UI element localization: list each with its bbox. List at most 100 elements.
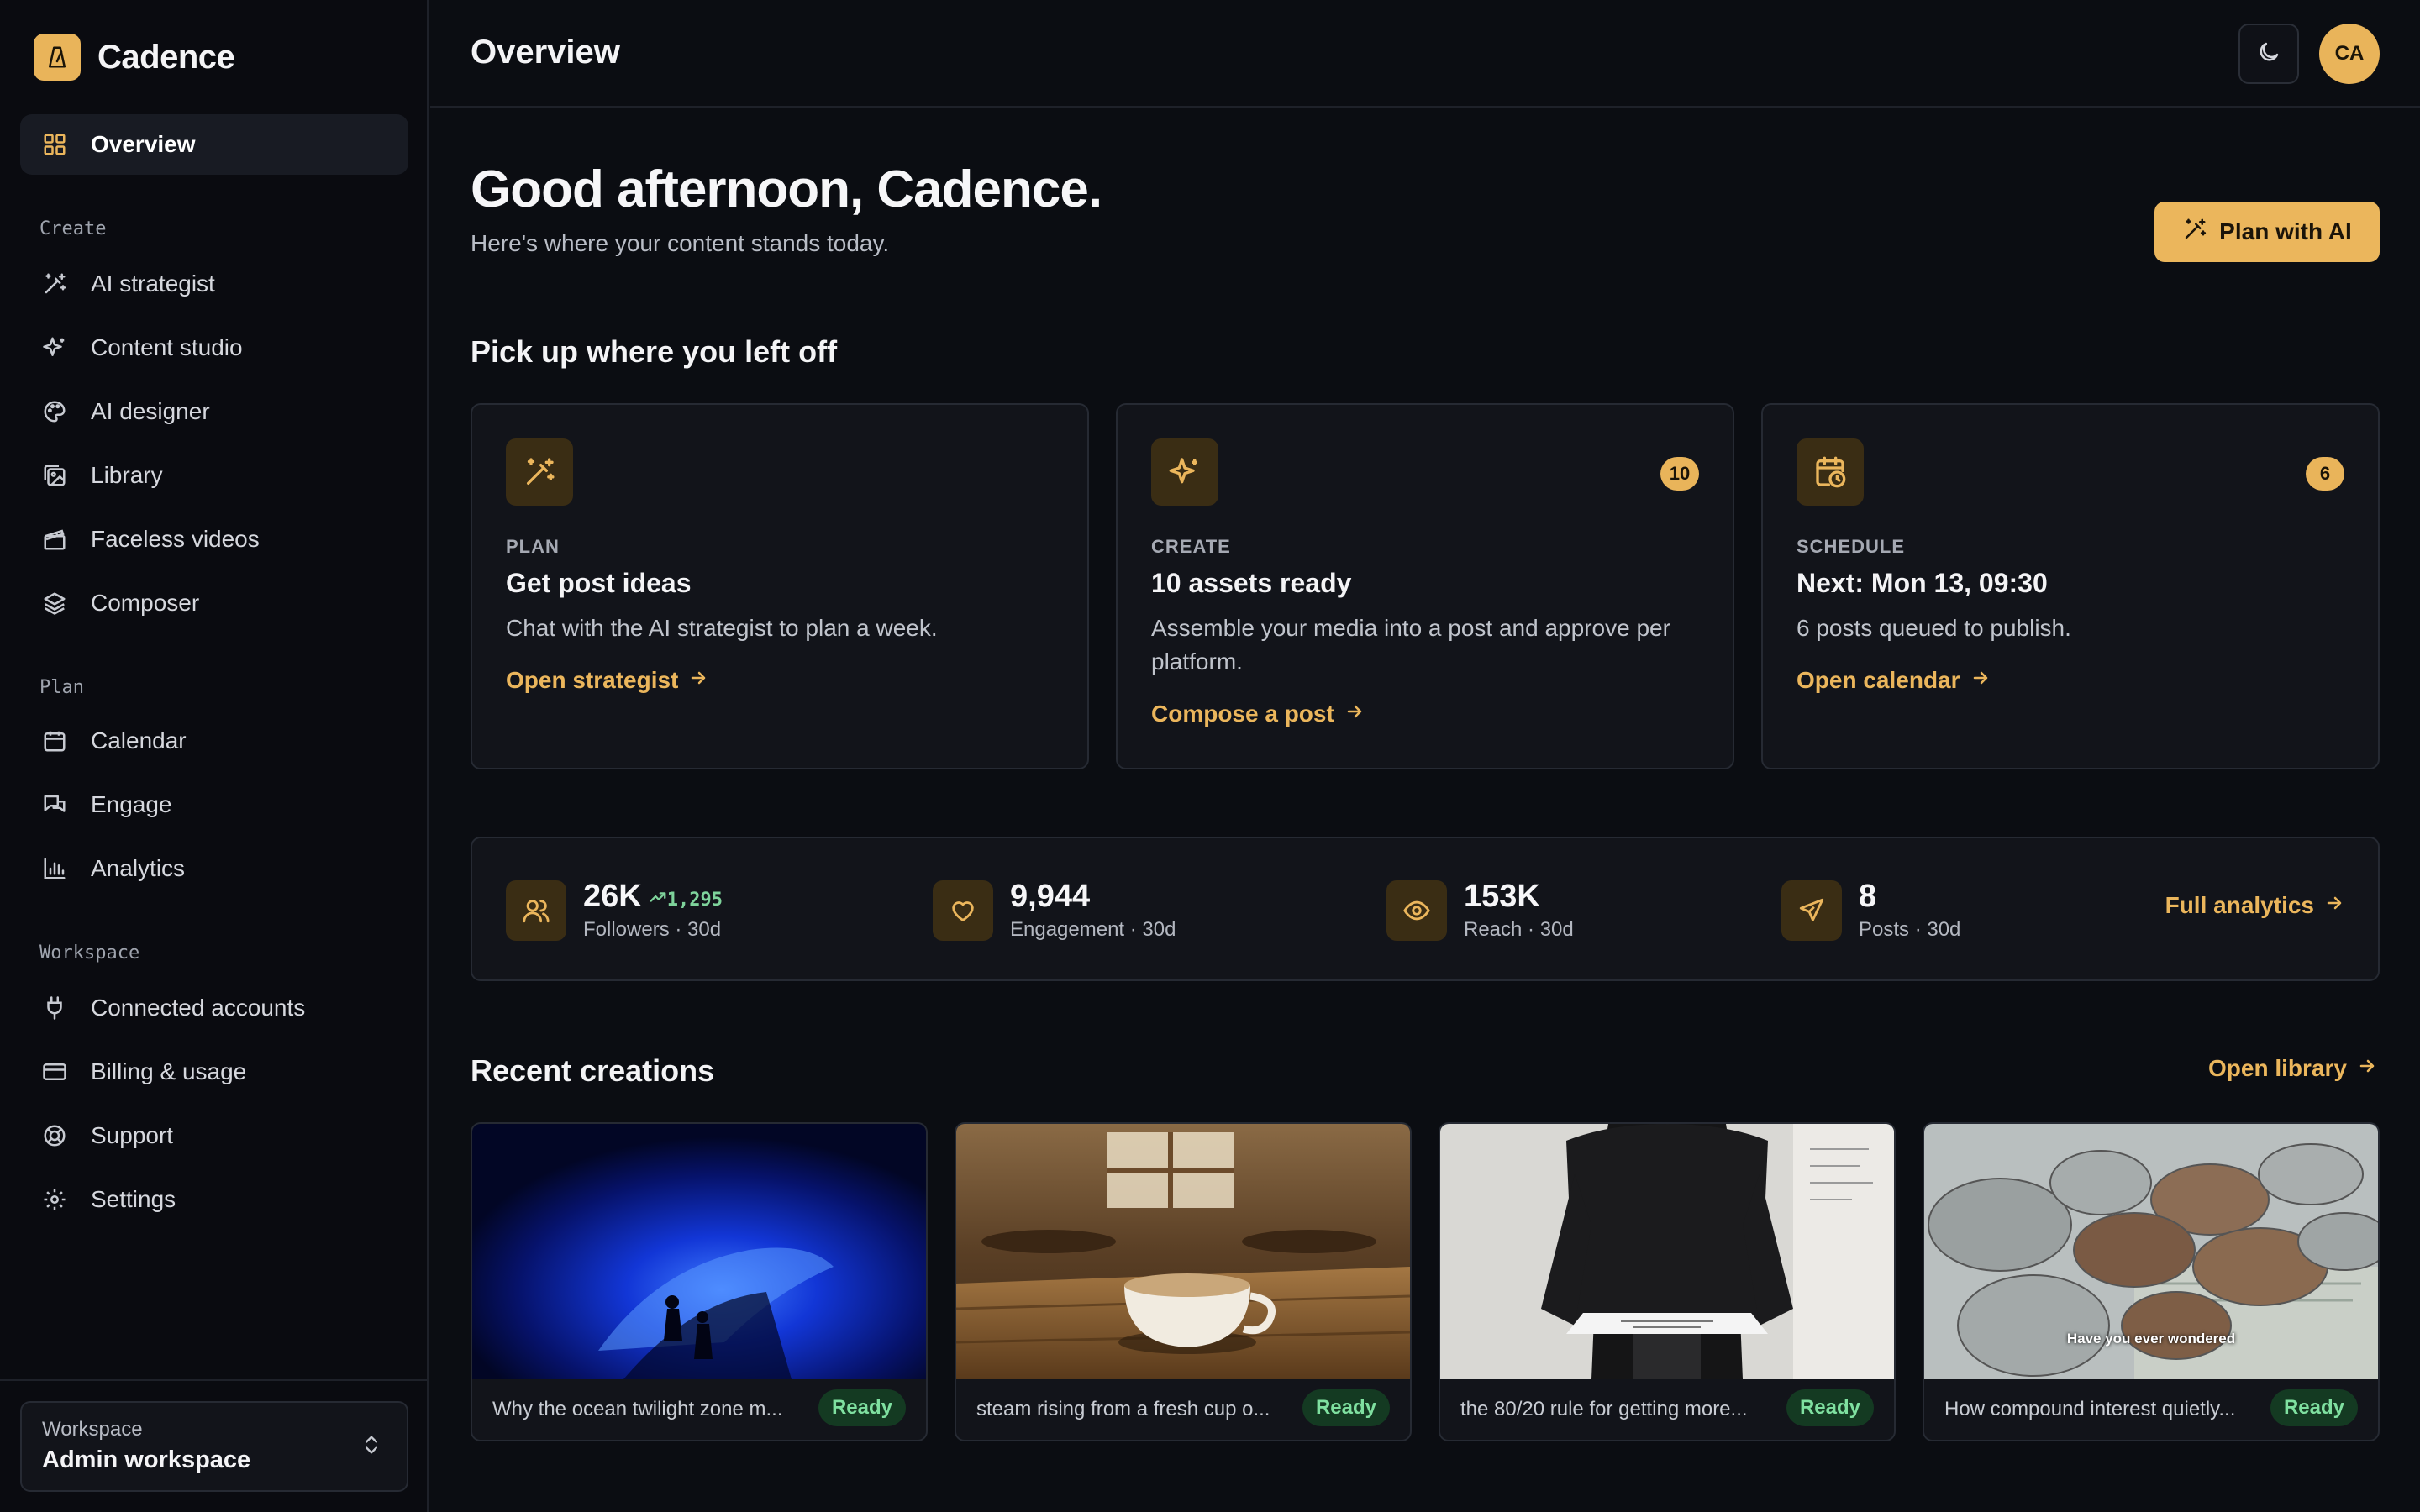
full-analytics-label: Full analytics (2165, 892, 2314, 918)
sidebar-item-calendar[interactable]: Calendar (20, 711, 408, 771)
plan-with-ai-label: Plan with AI (2219, 218, 2352, 244)
pickup-section-title: Pick up where you left off (471, 334, 838, 369)
sidebar-item-library[interactable]: Library (20, 445, 408, 506)
sidebar-section-workspace: Workspace (39, 942, 140, 963)
trend-up-icon (649, 888, 667, 911)
stat-label: Posts · 30d (1859, 918, 1961, 941)
arrow-right-icon (2324, 892, 2344, 919)
arrow-right-icon (1970, 667, 1991, 694)
card-description: 6 posts queued to publish. (1797, 615, 2071, 641)
send-icon (1781, 879, 1842, 941)
chevrons-up-down-icon (360, 1433, 383, 1461)
calendar-clock-icon (1797, 438, 1864, 506)
creation-card[interactable]: Have you ever wondered How compound inte… (1923, 1122, 2380, 1441)
creation-thumbnail-coffee (956, 1124, 1410, 1379)
stat-delta-value: 1,295 (666, 889, 723, 911)
sidebar-item-settings[interactable]: Settings (20, 1169, 408, 1230)
stat-followers: 26K 1,295 Followers · 30d (506, 879, 723, 942)
page-title: Overview (471, 34, 620, 71)
pickup-card-schedule: 6 SCHEDULE Next: Mon 13, 09:30 6 posts q… (1761, 403, 2380, 769)
sidebar-item-label: Billing & usage (91, 1058, 247, 1084)
sidebar-item-label: Support (91, 1122, 174, 1148)
sidebar-item-label: Overview (91, 131, 196, 157)
workspace-label: Workspace (42, 1418, 143, 1441)
users-icon (506, 879, 566, 941)
greeting-subtitle: Here's where your content stands today. (471, 230, 890, 256)
sparkles-icon (40, 333, 69, 362)
card-description: Chat with the AI strategist to plan a we… (506, 615, 938, 641)
eye-icon (1386, 879, 1447, 941)
magic-wand-icon (40, 270, 69, 298)
moon-icon (2256, 39, 2281, 69)
brand-name: Cadence (97, 38, 235, 76)
images-icon (40, 461, 69, 490)
gear-icon (40, 1185, 69, 1214)
brand[interactable]: Cadence (34, 34, 235, 81)
stat-posts: 8 Posts · 30d (1781, 879, 1960, 942)
card-link-label: Compose a post (1151, 701, 1334, 727)
stat-value: 8 (1859, 879, 1877, 914)
calendar-icon (40, 727, 69, 755)
open-calendar-link[interactable]: Open calendar (1797, 667, 1991, 694)
full-analytics-link[interactable]: Full analytics (2165, 892, 2344, 919)
open-library-label: Open library (2208, 1055, 2347, 1081)
sidebar-item-analytics[interactable]: Analytics (20, 838, 408, 899)
sidebar-item-label: Content studio (91, 334, 243, 360)
sidebar-item-engage[interactable]: Engage (20, 774, 408, 835)
card-description: Assemble your media into a post and appr… (1151, 615, 1670, 675)
sidebar-item-label: Connected accounts (91, 995, 306, 1021)
grid-icon (40, 130, 69, 159)
creation-thumbnail-presenter (1440, 1124, 1894, 1379)
status-badge: Ready (1786, 1389, 1874, 1426)
creation-caption: the 80/20 rule for getting more... (1460, 1398, 1748, 1420)
creation-caption: How compound interest quietly... (1944, 1398, 2236, 1420)
card-kicker: CREATE (1151, 536, 1231, 557)
arrow-right-icon (688, 667, 708, 694)
sidebar-divider (0, 1379, 429, 1381)
sparkles-icon (1151, 438, 1218, 506)
creation-card[interactable]: steam rising from a fresh cup o... Ready (955, 1122, 1412, 1441)
sidebar-item-label: Analytics (91, 855, 186, 881)
workspace-switcher[interactable]: Workspace Admin workspace (20, 1401, 408, 1492)
stat-value: 153K (1464, 879, 1540, 914)
compose-post-link[interactable]: Compose a post (1151, 701, 1365, 727)
card-count-badge: 10 (1660, 457, 1699, 491)
plug-icon (40, 994, 69, 1022)
creation-thumbnail-coins: Have you ever wondered (1924, 1124, 2378, 1379)
plan-with-ai-button[interactable]: Plan with AI (2154, 202, 2380, 262)
heart-icon (933, 879, 993, 941)
theme-toggle-button[interactable] (2238, 24, 2299, 84)
pickup-card-create: 10 CREATE 10 assets ready Assemble your … (1116, 403, 1734, 769)
open-strategist-link[interactable]: Open strategist (506, 667, 708, 694)
arrow-right-icon (2357, 1055, 2377, 1082)
creation-caption: steam rising from a fresh cup o... (976, 1398, 1270, 1420)
arrow-right-icon (1344, 701, 1365, 727)
top-header: Overview CA (430, 0, 2420, 108)
sidebar-item-label: Calendar (91, 727, 187, 753)
sidebar-item-content-studio[interactable]: Content studio (20, 318, 408, 378)
open-library-link[interactable]: Open library (2208, 1055, 2377, 1082)
palette-icon (40, 397, 69, 426)
stat-label: Engagement · 30d (1010, 918, 1176, 941)
sidebar-item-support[interactable]: Support (20, 1105, 408, 1166)
greeting-heading: Good afternoon, Cadence. (471, 160, 1102, 218)
user-avatar[interactable]: CA (2319, 24, 2380, 84)
sidebar-item-composer[interactable]: Composer (20, 573, 408, 633)
creation-caption: Why the ocean twilight zone m... (492, 1398, 783, 1420)
sidebar-section-plan: Plan (39, 677, 84, 698)
magic-wand-icon (506, 438, 573, 506)
sidebar-item-billing[interactable]: Billing & usage (20, 1042, 408, 1102)
stat-label: Followers · 30d (583, 918, 722, 941)
card-kicker: PLAN (506, 536, 560, 557)
layers-icon (40, 589, 69, 617)
creation-card[interactable]: the 80/20 rule for getting more... Ready (1439, 1122, 1896, 1441)
sidebar-item-faceless-videos[interactable]: Faceless videos (20, 509, 408, 570)
magic-wand-icon (2182, 217, 2207, 248)
sidebar-item-ai-strategist[interactable]: AI strategist (20, 254, 408, 314)
sidebar-item-overview[interactable]: Overview (20, 114, 408, 175)
sidebar-item-ai-designer[interactable]: AI designer (20, 381, 408, 442)
card-link-label: Open strategist (506, 667, 679, 693)
sidebar-item-connected-accounts[interactable]: Connected accounts (20, 978, 408, 1038)
creation-card[interactable]: Why the ocean twilight zone m... Ready (471, 1122, 928, 1441)
card-kicker: SCHEDULE (1797, 536, 1906, 557)
